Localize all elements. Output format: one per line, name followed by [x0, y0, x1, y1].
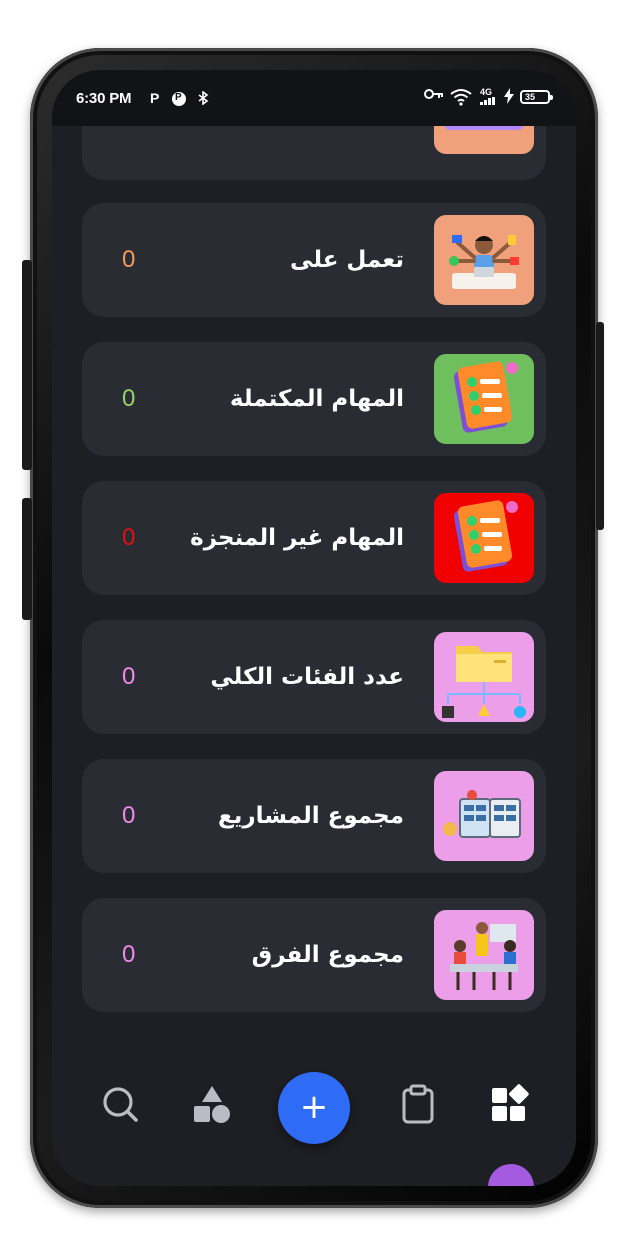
category-folder-icon	[434, 632, 534, 722]
network-label: 4G	[480, 87, 493, 97]
card-title: عدد الفئات الكلي	[210, 664, 404, 690]
battery-icon: 35	[520, 90, 553, 104]
categories-shapes-icon[interactable]	[190, 1082, 234, 1126]
bottom-navigation: +	[52, 1060, 576, 1160]
card-count: 0	[122, 524, 136, 551]
sync-icon	[197, 90, 209, 107]
team-meeting-icon	[434, 910, 534, 1000]
card-count: 0	[122, 802, 136, 829]
card-completed-tasks[interactable]: المهام المكتملة 0	[82, 342, 546, 456]
card-title: المهام المكتملة	[229, 386, 404, 412]
card-title: مجموع المشاريع	[218, 803, 404, 829]
pending-checklist-icon	[434, 493, 534, 583]
card-title: مجموع الفرق	[251, 942, 404, 968]
card-count: 0	[122, 941, 136, 968]
card-total-projects[interactable]: مجموع المشاريع 0	[82, 759, 546, 873]
multitask-person-icon	[434, 215, 534, 305]
notification-p-icon: P	[150, 90, 160, 106]
notification-circle-p-icon	[172, 92, 186, 106]
volume-button	[22, 260, 32, 470]
status-bar: 6:30 PM P 4G 35	[52, 70, 576, 126]
charging-bolt-icon	[504, 88, 514, 104]
card-title: تعمل على	[290, 247, 404, 273]
battery-level: 35	[525, 92, 536, 102]
card-pending-tasks[interactable]: المهام غير المنجزة 0	[82, 481, 546, 595]
card-count: 0	[122, 385, 136, 412]
dashboard-icon[interactable]	[488, 1082, 532, 1126]
completed-checklist-icon	[434, 354, 534, 444]
volume-down-button	[22, 498, 32, 620]
power-button	[596, 322, 604, 530]
app-screen: 6:30 PM P 4G 35	[52, 70, 576, 1186]
clipboard-icon[interactable]	[396, 1082, 440, 1126]
key-icon	[424, 87, 444, 103]
mobile-signal-icon: 4G	[480, 87, 496, 105]
card-working-on[interactable]: تعمل على 0	[82, 203, 546, 317]
card-count: 0	[122, 663, 136, 690]
projects-board-icon	[434, 771, 534, 861]
add-button[interactable]: +	[278, 1072, 350, 1144]
corner-accent	[488, 1164, 534, 1186]
card-count: 0	[122, 246, 136, 273]
card-title: المهام غير المنجزة	[190, 525, 404, 551]
search-icon[interactable]	[98, 1082, 142, 1126]
status-time: 6:30 PM	[76, 90, 132, 107]
card-total-teams[interactable]: مجموع الفرق 0	[82, 898, 546, 1012]
card-total-categories[interactable]: عدد الفئات الكلي 0	[82, 620, 546, 734]
wifi-icon	[450, 88, 472, 106]
